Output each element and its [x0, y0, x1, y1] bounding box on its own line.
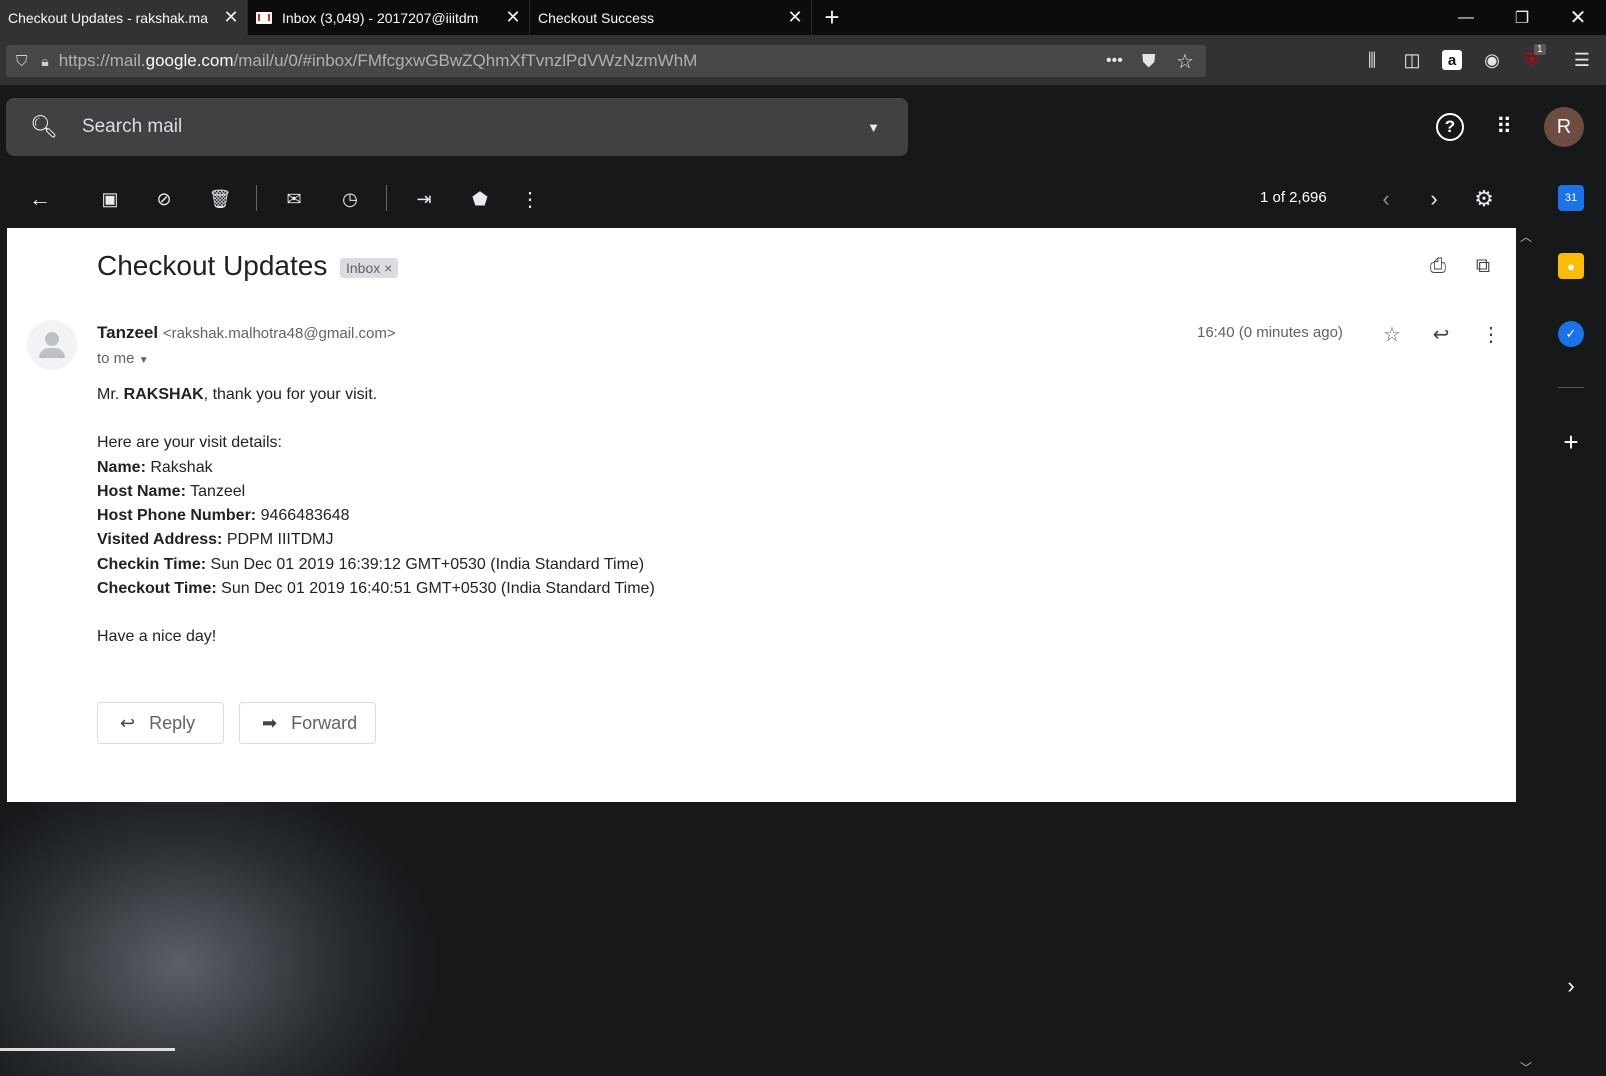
details-intro: Here are your visit details:: [97, 434, 282, 452]
message-time: 16:40 (0 minutes ago): [1197, 324, 1343, 341]
tab-title: Inbox (3,049) - 2017207@iiitdm: [282, 9, 479, 26]
inbox-label-chip[interactable]: Inbox ×: [340, 258, 399, 278]
search-input[interactable]: Search mail: [82, 116, 867, 138]
star-icon[interactable]: ☆: [1378, 320, 1406, 348]
search-bar[interactable]: 🔍︎ Search mail ▼: [6, 98, 908, 156]
help-icon[interactable]: ?: [1436, 113, 1464, 141]
settings-gear-icon[interactable]: ⚙: [1470, 185, 1498, 213]
reply-arrow-icon[interactable]: ↩: [1427, 320, 1455, 348]
scroll-up-icon[interactable]: ︿: [1520, 228, 1532, 245]
bookmark-star-icon[interactable]: ☆: [1176, 49, 1194, 74]
snooze-icon[interactable]: ◷: [336, 185, 364, 213]
closing-line: Have a nice day!: [97, 628, 217, 646]
search-options-chevron-icon[interactable]: ▼: [867, 120, 880, 135]
detail-row: Name: Rakshak: [97, 458, 213, 476]
calendar-day: 31: [1564, 192, 1578, 204]
open-in-new-window-icon[interactable]: ⧉: [1469, 252, 1497, 280]
forward-label: Forward: [291, 712, 358, 733]
sidebar-icon[interactable]: ◫: [1398, 46, 1426, 74]
detail-row: Visited Address: PDPM IIITDMJ: [97, 531, 334, 549]
detail-row: Checkin Time: Sun Dec 01 2019 16:39:12 G…: [97, 555, 645, 573]
message-body: Mr. RAKSHAK, thank you for your visit. H…: [97, 383, 655, 650]
report-spam-icon[interactable]: ⊘: [150, 185, 178, 213]
detail-row: Checkout Time: Sun Dec 01 2019 16:40:51 …: [97, 580, 655, 598]
show-side-panel-chevron-icon[interactable]: ›: [1558, 973, 1584, 999]
tasks-icon[interactable]: ✓: [1558, 321, 1584, 347]
ublock-badge: 1: [1534, 44, 1546, 55]
forward-button[interactable]: ➡ Forward: [239, 702, 376, 744]
side-panel-divider: [1558, 387, 1584, 388]
minimize-button[interactable]: —: [1438, 0, 1494, 35]
account-avatar[interactable]: R: [1544, 107, 1584, 147]
url-text[interactable]: https://mail.google.com/mail/u/0/#inbox/…: [59, 51, 698, 71]
older-chevron-icon[interactable]: ›: [1420, 185, 1448, 213]
scroll-down-icon[interactable]: ﹀: [1520, 1059, 1532, 1076]
recipient-dropdown-icon[interactable]: ▼: [139, 355, 149, 366]
lock-icon[interactable]: 🔒︎: [41, 53, 48, 70]
tab-title: Checkout Success: [538, 9, 654, 26]
recipient-text: to me: [97, 350, 135, 367]
tab-inbox[interactable]: Inbox (3,049) - 2017207@iiitdm ✕: [248, 0, 530, 35]
search-icon[interactable]: 🔍︎: [30, 114, 58, 140]
message-more-icon[interactable]: ⋮: [1477, 320, 1505, 348]
more-options-icon[interactable]: ⋮: [516, 185, 544, 213]
print-icon[interactable]: ⎙: [1424, 252, 1452, 280]
page-actions-button[interactable]: •••: [1106, 52, 1123, 70]
toolbar-divider: [256, 185, 257, 211]
calendar-icon[interactable]: 31: [1558, 185, 1584, 211]
message-pager: 1 of 2,696: [1260, 189, 1327, 206]
reply-label: Reply: [149, 712, 196, 733]
sender-name[interactable]: Tanzeel: [97, 323, 158, 342]
sender-line: Tanzeel <rakshak.malhotra48@gmail.com>: [97, 323, 396, 343]
close-tab-icon[interactable]: ✕: [785, 7, 805, 28]
remove-label-icon[interactable]: ×: [384, 260, 392, 276]
pocket-icon[interactable]: ⛊: [1142, 51, 1156, 72]
library-icon[interactable]: ⫼: [1358, 46, 1386, 74]
label-icon[interactable]: ⬟: [466, 185, 494, 213]
newer-chevron-icon[interactable]: ‹: [1372, 185, 1400, 213]
move-to-icon[interactable]: ⇥: [410, 185, 438, 213]
greeting-line: Mr. RAKSHAK, thank you for your visit.: [97, 386, 378, 403]
add-addon-icon[interactable]: +: [1558, 427, 1584, 457]
url-bar[interactable]: ⛉ 🔒︎ https://mail.google.com/mail/u/0/#i…: [6, 45, 1206, 77]
tab-checkout-updates[interactable]: Checkout Updates - rakshak.ma ✕: [0, 0, 248, 35]
message-subject: Checkout Updates: [97, 250, 328, 281]
detail-row: Host Phone Number: 9466483648: [97, 507, 350, 525]
navigation-bar: ⛉ 🔒︎ https://mail.google.com/mail/u/0/#i…: [0, 35, 1606, 85]
apps-grid-icon[interactable]: ⠿: [1490, 113, 1518, 141]
scroll-indicator: [0, 1048, 175, 1051]
tab-checkout-success[interactable]: Checkout Success ✕: [530, 0, 812, 35]
account-icon[interactable]: ◉: [1478, 46, 1506, 74]
toolbar-divider: [386, 185, 387, 211]
ublock-extension-icon[interactable]: ⛨ 1: [1518, 44, 1546, 74]
label-text: Inbox: [346, 260, 381, 276]
close-tab-icon[interactable]: ✕: [221, 7, 241, 28]
archive-icon[interactable]: ▣: [96, 185, 124, 213]
forward-icon: ➡: [262, 712, 278, 733]
sender-avatar: [27, 320, 77, 370]
reply-icon: ↩: [120, 712, 136, 733]
message-card: Checkout Updates Inbox × ⎙ ⧉ Tanzeel <ra…: [7, 228, 1516, 802]
new-tab-button[interactable]: +: [812, 0, 852, 35]
back-arrow-icon[interactable]: ←: [26, 185, 54, 213]
browser-tab-bar: Checkout Updates - rakshak.ma ✕ Inbox (3…: [0, 0, 1606, 35]
amazon-extension-icon[interactable]: a: [1438, 46, 1466, 74]
close-tab-icon[interactable]: ✕: [503, 7, 523, 28]
message-scrollbar[interactable]: ︿ ﹀: [1516, 228, 1536, 1076]
menu-icon[interactable]: ☰: [1568, 46, 1596, 74]
recipient-details[interactable]: to me ▼: [97, 350, 149, 367]
delete-icon[interactable]: 🗑︎: [206, 185, 234, 213]
gmail-favicon-icon: [256, 11, 272, 24]
sender-email: <rakshak.malhotra48@gmail.com>: [162, 325, 396, 342]
reply-button[interactable]: ↩ Reply: [97, 702, 224, 744]
mark-unread-icon[interactable]: ✉: [280, 185, 308, 213]
keep-icon[interactable]: ●: [1558, 253, 1584, 279]
close-window-button[interactable]: ✕: [1550, 0, 1606, 35]
gmail-app: 🔍︎ Search mail ▼ ? ⠿ R ← ▣ ⊘ 🗑︎ ✉ ◷ ⇥ ⬟ …: [0, 85, 1606, 1076]
tab-title: Checkout Updates - rakshak.ma: [8, 9, 208, 26]
restore-button[interactable]: ❐: [1494, 0, 1550, 35]
tracking-shield-icon[interactable]: ⛉: [16, 53, 27, 70]
detail-row: Host Name: Tanzeel: [97, 482, 246, 500]
